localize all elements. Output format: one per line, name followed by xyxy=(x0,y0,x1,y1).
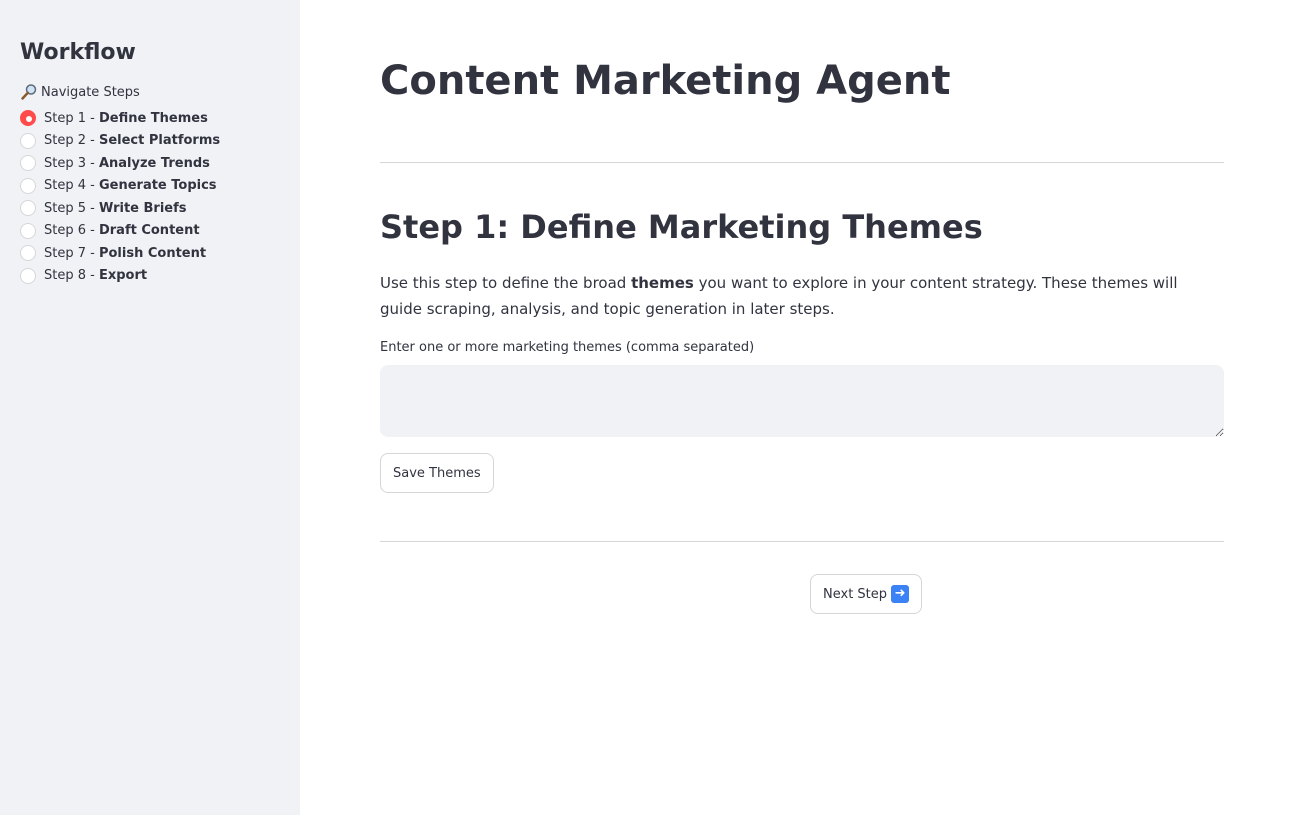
next-step-label: Next Step xyxy=(823,586,888,602)
step-name: Define Themes xyxy=(98,110,208,126)
step-name: Write Briefs xyxy=(98,200,187,216)
step-radio-item-4[interactable]: Step 4 - Generate Topics xyxy=(20,175,280,198)
step-prefix: Step 7 - xyxy=(44,245,99,261)
step-name: Draft Content xyxy=(98,223,200,239)
radio-circle-icon[interactable] xyxy=(20,200,36,217)
step-name: Polish Content xyxy=(98,245,207,261)
save-themes-button[interactable]: Save Themes xyxy=(380,453,494,493)
step-radio-group: Step 1 - Define Themes Step 2 - Select Pl… xyxy=(20,107,280,287)
step-prefix: Step 6 - xyxy=(44,223,99,239)
step-prefix: Step 5 - xyxy=(44,200,99,216)
step-radio-item-1[interactable]: Step 1 - Define Themes xyxy=(20,107,280,130)
step-prefix: Step 4 - xyxy=(44,178,99,194)
next-step-button[interactable]: Next Step ➜ xyxy=(810,574,923,614)
app: Workflow Navigate Steps Step 1 - Define … xyxy=(0,0,1304,815)
step-title: Step 1: Define Marketing Themes xyxy=(380,208,983,246)
sidebar: Workflow Navigate Steps Step 1 - Define … xyxy=(0,0,300,815)
radio-circle-icon[interactable] xyxy=(20,155,36,172)
step-name: Export xyxy=(98,268,148,284)
main-content: Content Marketing Agent Step 1: Define M… xyxy=(300,0,1304,815)
nav-label-text: Navigate Steps xyxy=(41,84,140,100)
top-divider xyxy=(380,162,1224,163)
page-title: Content Marketing Agent xyxy=(380,58,951,104)
radio-circle-icon[interactable] xyxy=(20,267,36,284)
step-radio-item-3[interactable]: Step 3 - Analyze Trends xyxy=(20,152,280,175)
step-radio-item-5[interactable]: Step 5 - Write Briefs xyxy=(20,197,280,220)
bottom-divider xyxy=(380,541,1224,542)
right-arrow-icon: ➜ xyxy=(891,585,910,603)
step-name: Select Platforms xyxy=(98,133,221,149)
radio-circle-icon[interactable] xyxy=(20,177,36,194)
step-description: Use this step to define the broad themes… xyxy=(380,270,1224,322)
step-name: Generate Topics xyxy=(98,178,217,194)
step-prefix: Step 2 - xyxy=(44,133,99,149)
step-radio-item-6[interactable]: Step 6 - Draft Content xyxy=(20,220,280,243)
step-prefix: Step 8 - xyxy=(44,268,99,284)
themes-textarea[interactable] xyxy=(380,365,1224,437)
magnifier-icon xyxy=(20,83,38,101)
radio-circle-icon[interactable] xyxy=(20,110,36,127)
step-radio-item-7[interactable]: Step 7 - Polish Content xyxy=(20,242,280,265)
radio-circle-icon[interactable] xyxy=(20,245,36,262)
desc-bold: themes xyxy=(631,274,694,292)
desc-before: Use this step to define the broad xyxy=(380,274,632,292)
radio-circle-icon[interactable] xyxy=(20,132,36,149)
step-radio-item-2[interactable]: Step 2 - Select Platforms xyxy=(20,130,280,153)
navigate-steps-label: Navigate Steps xyxy=(20,83,280,101)
themes-field-label: Enter one or more marketing themes (comm… xyxy=(380,340,755,355)
step-prefix: Step 1 - xyxy=(44,110,99,126)
step-radio-item-8[interactable]: Step 8 - Export xyxy=(20,265,280,288)
sidebar-title: Workflow xyxy=(20,40,136,65)
radio-circle-icon[interactable] xyxy=(20,222,36,239)
step-name: Analyze Trends xyxy=(98,155,210,171)
step-prefix: Step 3 - xyxy=(44,155,99,171)
